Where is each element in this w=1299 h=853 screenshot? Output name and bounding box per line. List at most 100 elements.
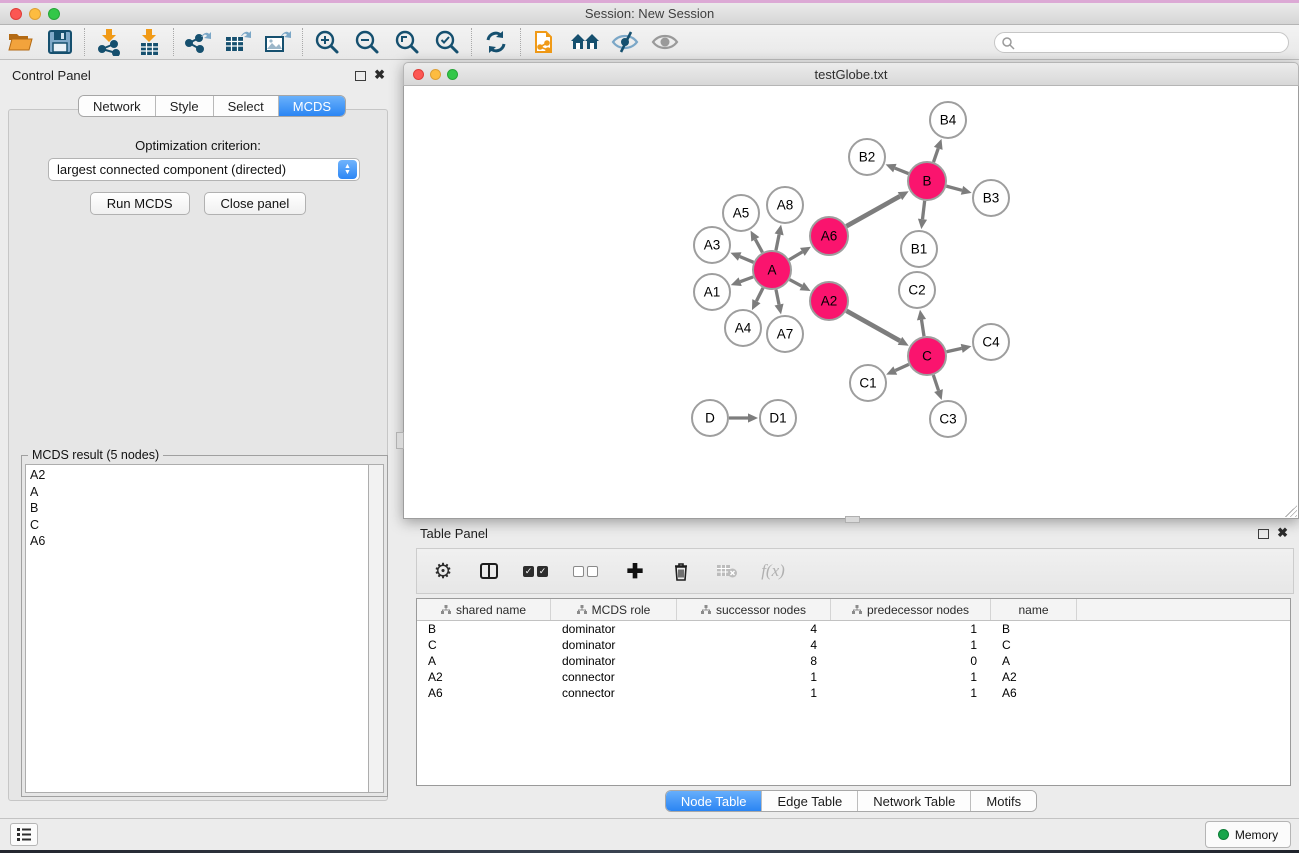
table-cell[interactable]: B: [417, 621, 551, 637]
close-panel-icon[interactable]: ✖: [374, 70, 385, 80]
table-cell[interactable]: dominator: [551, 653, 677, 669]
function-icon[interactable]: f(x): [761, 556, 785, 586]
table-cell[interactable]: 4: [677, 637, 831, 653]
float-panel-icon[interactable]: [1258, 529, 1269, 539]
save-session-icon[interactable]: [40, 26, 80, 58]
table-row[interactable]: A6connector11A6: [417, 685, 1290, 701]
close-panel-icon[interactable]: ✖: [1277, 528, 1288, 538]
import-network-icon[interactable]: [89, 26, 129, 58]
table-cell[interactable]: A: [991, 653, 1077, 669]
table-cell[interactable]: A6: [991, 685, 1077, 701]
table-row[interactable]: Cdominator41C: [417, 637, 1290, 653]
tab-network[interactable]: Network: [79, 96, 156, 116]
memory-button[interactable]: Memory: [1205, 821, 1291, 848]
table-row[interactable]: Bdominator41B: [417, 621, 1290, 637]
column-header-shared-name[interactable]: shared name: [417, 599, 551, 620]
tab-motifs[interactable]: Motifs: [971, 791, 1036, 811]
column-header-successor-nodes[interactable]: successor nodes: [677, 599, 831, 620]
show-eye-icon[interactable]: [645, 26, 685, 58]
search-field[interactable]: [994, 32, 1289, 53]
tab-select[interactable]: Select: [214, 96, 279, 116]
optimization-criterion-select[interactable]: largest connected component (directed) ▲…: [48, 158, 360, 181]
table-cell[interactable]: A: [417, 653, 551, 669]
column-header-predecessor-nodes[interactable]: predecessor nodes: [831, 599, 991, 620]
tab-style[interactable]: Style: [156, 96, 214, 116]
table-cell[interactable]: dominator: [551, 637, 677, 653]
table-cell[interactable]: dominator: [551, 621, 677, 637]
result-item[interactable]: B: [30, 500, 368, 517]
graph-edge[interactable]: [895, 168, 909, 173]
zoom-in-icon[interactable]: [307, 26, 347, 58]
delete-column-icon[interactable]: [669, 556, 693, 586]
graph-edge[interactable]: [740, 257, 754, 263]
graph-edge[interactable]: [846, 311, 900, 341]
hide-network-eye-icon[interactable]: [605, 26, 645, 58]
table-cell[interactable]: 1: [831, 669, 991, 685]
refresh-icon[interactable]: [476, 26, 516, 58]
export-table-icon[interactable]: [218, 26, 258, 58]
split-panel-icon[interactable]: [477, 556, 501, 586]
table-cell[interactable]: B: [991, 621, 1077, 637]
table-cell[interactable]: connector: [551, 669, 677, 685]
table-row[interactable]: Adominator80A: [417, 653, 1290, 669]
table-cell[interactable]: C: [991, 637, 1077, 653]
table-cell[interactable]: A2: [991, 669, 1077, 685]
home-icon[interactable]: [565, 26, 605, 58]
graph-edge[interactable]: [895, 364, 909, 370]
column-header-mcds-role[interactable]: MCDS role: [551, 599, 677, 620]
add-column-icon[interactable]: ✚: [623, 556, 647, 586]
split-divider-handle[interactable]: [396, 432, 404, 449]
graph-edge[interactable]: [921, 320, 924, 337]
zoom-out-icon[interactable]: [347, 26, 387, 58]
network-graph[interactable]: B4B2BB3A8A5A6A3B1AC2A1A2A4A7C4CC1C3DD1: [404, 86, 1298, 518]
table-cell[interactable]: 4: [677, 621, 831, 637]
network-window-titlebar[interactable]: testGlobe.txt: [403, 62, 1299, 86]
result-item[interactable]: A: [30, 484, 368, 501]
graph-edge[interactable]: [947, 348, 962, 351]
result-item[interactable]: A2: [30, 467, 368, 484]
deselect-all-icon[interactable]: [573, 556, 601, 586]
graph-edge[interactable]: [756, 288, 763, 301]
network-from-selection-icon[interactable]: [525, 26, 565, 58]
tab-mcds[interactable]: MCDS: [279, 96, 345, 116]
delete-table-icon[interactable]: [715, 556, 739, 586]
table-cell[interactable]: C: [417, 637, 551, 653]
table-cell[interactable]: 1: [831, 637, 991, 653]
graph-edge[interactable]: [789, 252, 802, 260]
mcds-result-list[interactable]: A2ABCA6: [25, 464, 368, 793]
search-input[interactable]: [1015, 36, 1275, 50]
network-canvas[interactable]: B4B2BB3A8A5A6A3B1AC2A1A2A4A7C4CC1C3DD1: [403, 86, 1299, 519]
table-cell[interactable]: 0: [831, 653, 991, 669]
tab-node-table[interactable]: Node Table: [666, 791, 763, 811]
show-panels-button[interactable]: [10, 823, 38, 846]
select-all-icon[interactable]: ✓✓: [523, 556, 551, 586]
table-cell[interactable]: 1: [831, 621, 991, 637]
float-panel-icon[interactable]: [355, 71, 366, 81]
run-mcds-button[interactable]: Run MCDS: [90, 192, 190, 215]
table-cell[interactable]: 1: [677, 669, 831, 685]
table-cell[interactable]: 1: [831, 685, 991, 701]
column-header-name[interactable]: name: [991, 599, 1077, 620]
open-folder-icon[interactable]: [0, 26, 40, 58]
graph-edge[interactable]: [933, 375, 938, 391]
zoom-selected-icon[interactable]: [427, 26, 467, 58]
table-cell[interactable]: connector: [551, 685, 677, 701]
table-cell[interactable]: 1: [677, 685, 831, 701]
import-table-icon[interactable]: [129, 26, 169, 58]
result-scrollbar[interactable]: [368, 464, 384, 793]
result-item[interactable]: A6: [30, 533, 368, 550]
graph-edge[interactable]: [934, 148, 939, 162]
graph-edge[interactable]: [790, 280, 802, 287]
settings-gear-icon[interactable]: ⚙: [431, 556, 455, 586]
zoom-fit-icon[interactable]: [387, 26, 427, 58]
graph-edge[interactable]: [946, 186, 962, 190]
table-cell[interactable]: 8: [677, 653, 831, 669]
close-panel-button[interactable]: Close panel: [204, 192, 307, 215]
table-row[interactable]: A2connector11A2: [417, 669, 1290, 685]
result-item[interactable]: C: [30, 517, 368, 534]
export-image-icon[interactable]: [258, 26, 298, 58]
graph-edge[interactable]: [755, 239, 762, 252]
export-network-icon[interactable]: [178, 26, 218, 58]
graph-edge[interactable]: [776, 234, 779, 250]
table-cell[interactable]: A2: [417, 669, 551, 685]
